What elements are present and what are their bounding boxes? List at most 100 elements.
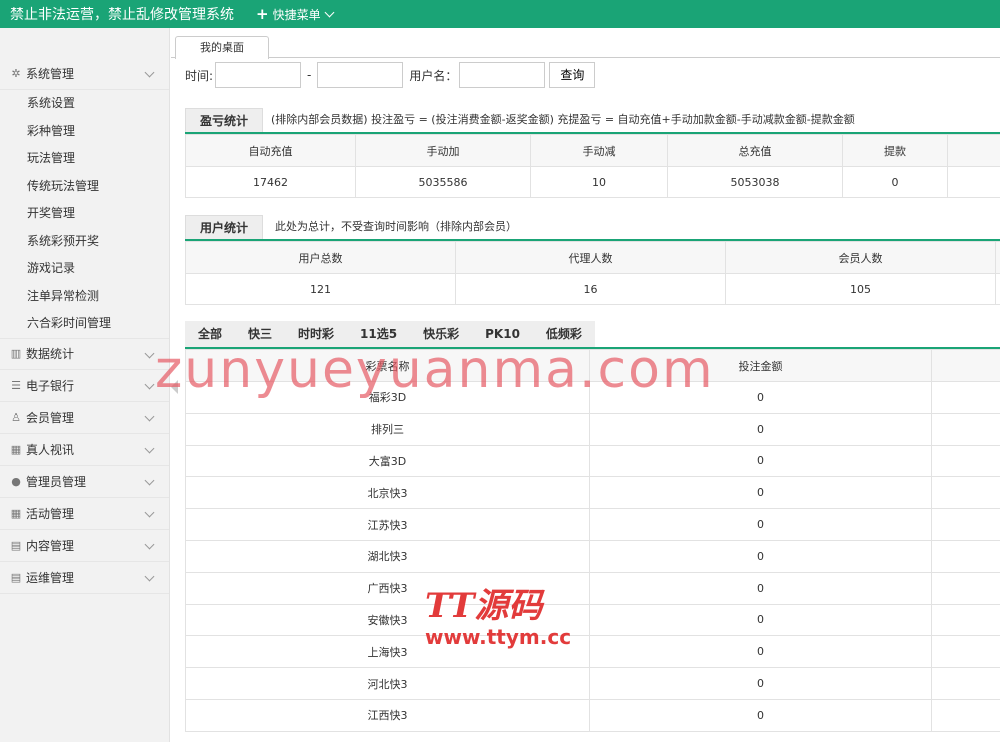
sidebar-item-draw-management[interactable]: 开奖管理 [0, 200, 169, 228]
sidebar-group-content[interactable]: ▤ 内容管理 [0, 530, 169, 562]
gear-icon: ✲ [11, 67, 21, 80]
tab-low-frequency[interactable]: 低频彩 [532, 321, 595, 347]
tab-shishicai[interactable]: 时时彩 [285, 321, 348, 347]
column-header: 彩票名称 [185, 349, 590, 382]
lottery-table: 彩票名称 投注金额 福彩3D 0 排列三 0 大富3D 0 北京快3 0 江苏快3 0 湖北快3 0 广… [185, 349, 1000, 732]
query-button[interactable]: 查询 [549, 62, 596, 88]
table-row: 江苏快3 0 [185, 508, 1000, 541]
column-header: 代理人数 [455, 241, 726, 274]
table-row: 121 16 105 [185, 273, 1000, 305]
lottery-name-cell: 江西快3 [185, 698, 590, 732]
lottery-name-cell: 福彩3D [185, 381, 590, 414]
sidebar-item-bet-anomaly[interactable]: 注单异常检测 [0, 283, 169, 311]
column-header: 会员人数 [725, 241, 996, 274]
lottery-name-cell: 排列三 [185, 412, 590, 446]
column-header: 投注金额 [589, 349, 932, 382]
sidebar-item-mark-six-time[interactable]: 六合彩时间管理 [0, 310, 169, 338]
tab-kuaile[interactable]: 快乐彩 [410, 321, 473, 347]
table-row: 安徽快3 0 [185, 603, 1000, 637]
column-header: 手动加 [355, 134, 531, 167]
table-row: 17462 5035586 10 5053038 0 0 [185, 166, 1000, 198]
tab-bar: 我的桌面 [171, 28, 1000, 59]
tab-my-desktop[interactable]: 我的桌面 [175, 36, 269, 59]
column-header: 消 [947, 134, 1000, 167]
doc-icon: ▤ [10, 538, 22, 552]
table-cell: 5053038 [667, 166, 843, 198]
chevron-down-icon [144, 348, 155, 358]
sidebar-group-statistics[interactable]: ▥ 数据统计 [0, 337, 169, 370]
server-icon: ▤ [10, 570, 22, 584]
chevron-down-icon [144, 539, 155, 549]
lottery-name-cell: 湖北快3 [185, 539, 590, 573]
chevron-down-icon [144, 67, 155, 78]
lottery-tabs: 全部 快三 时时彩 11选5 快乐彩 PK10 低频彩 [185, 321, 1000, 349]
tab-11x5[interactable]: 11选5 [347, 321, 411, 347]
lottery-name-cell: 安徽快3 [185, 603, 590, 637]
sidebar-group-live-video[interactable]: ▦ 真人视讯 [0, 434, 169, 466]
sidebar-group-activities[interactable]: ▦ 活动管理 [0, 498, 169, 530]
sidebar-group-members[interactable]: ♙ 会员管理 [0, 402, 169, 434]
bet-amount-cell: 0 [589, 635, 932, 669]
lottery-name-cell: 江苏快3 [185, 508, 590, 541]
sidebar-item-traditional-play[interactable]: 传统玩法管理 [0, 173, 169, 201]
end-time-input[interactable] [317, 62, 404, 88]
sidebar-item-play-rules[interactable]: 玩法管理 [0, 145, 169, 173]
quick-menu-button[interactable]: + 快捷菜单 [256, 4, 335, 23]
sidebar-item-pre-draw[interactable]: 系统彩预开奖 [0, 228, 169, 256]
user-section-header: 用户统计 此处为总计，不受查询时间影响（排除内部会员） [185, 215, 1000, 241]
lottery-name-cell: 河北快3 [185, 667, 590, 700]
grid-icon: ▦ [10, 442, 22, 456]
sidebar: ✲ 系统管理 系统设置 彩种管理 玩法管理 传统玩法管理 开奖管理 系统彩预开奖… [0, 28, 170, 742]
column-header: 手动减 [530, 134, 668, 167]
tab-kuai3[interactable]: 快三 [235, 321, 286, 347]
chevron-down-icon [144, 379, 155, 389]
tab-all[interactable]: 全部 [185, 321, 236, 347]
sidebar-group-admins[interactable]: ● 管理员管理 [0, 466, 169, 498]
table-row: 江西快3 0 [185, 698, 1000, 732]
username-label: 用户名： [409, 68, 458, 83]
start-time-input[interactable] [215, 62, 302, 88]
column-header: 自动充值 [185, 134, 356, 167]
top-bar: 禁止非法运营，禁止乱修改管理系统 + 快捷菜单 [0, 0, 1000, 28]
sidebar-group-ops[interactable]: ▤ 运维管理 [0, 562, 169, 594]
sidebar-group-system[interactable]: ✲ 系统管理 [0, 58, 169, 90]
table-cell: 10 [530, 166, 668, 198]
bet-amount-cell: 0 [589, 603, 932, 637]
sidebar-item-system-settings[interactable]: 系统设置 [0, 90, 169, 118]
bet-amount-cell: 0 [589, 381, 932, 414]
sidebar-item-lottery-types[interactable]: 彩种管理 [0, 118, 169, 146]
chevron-down-icon [324, 7, 335, 17]
sidebar-item-game-records[interactable]: 游戏记录 [0, 255, 169, 283]
profit-section-label: 盈亏统计 [185, 108, 264, 132]
username-input[interactable] [459, 62, 546, 88]
plus-icon: + [256, 4, 269, 23]
profit-table: 自动充值 手动加 手动减 总充值 提款 消 17462 5035586 10 5… [185, 134, 1000, 198]
grid-icon: ▦ [10, 506, 22, 520]
table-row: 河北快3 0 [185, 667, 1000, 700]
bet-amount-cell: 0 [589, 476, 932, 510]
table-cell: 5035586 [355, 166, 531, 198]
sidebar-group-label: 内容管理 [26, 538, 75, 553]
user-section-note: 此处为总计，不受查询时间影响（排除内部会员） [275, 220, 518, 233]
sidebar-group-label: 会员管理 [26, 410, 75, 425]
chevron-down-icon [144, 411, 155, 421]
bet-amount-cell: 0 [589, 508, 932, 541]
table-row: 湖北快3 0 [185, 539, 1000, 573]
tab-pk10[interactable]: PK10 [472, 321, 533, 347]
profit-section-note: (排除内部会员数据) 投注盈亏 = (投注消费金额-返奖金额) 充提盈亏 = 自… [271, 113, 855, 126]
user-table: 用户总数 代理人数 会员人数 121 16 105 [185, 241, 1000, 305]
sidebar-group-ebank[interactable]: ☰ 电子银行 [0, 370, 169, 402]
table-row: 福彩3D 0 [185, 381, 1000, 414]
table-cell: 17462 [185, 166, 356, 198]
lottery-name-cell: 北京快3 [185, 476, 590, 510]
sidebar-group-label: 真人视讯 [26, 442, 75, 457]
chevron-down-icon [144, 507, 155, 517]
table-row: 北京快3 0 [185, 476, 1000, 510]
lottery-name-cell: 上海快3 [185, 635, 590, 669]
filter-bar: 时间: - 用户名： 查询 [171, 58, 1000, 92]
column-header: 总充值 [667, 134, 843, 167]
main-content: 我的桌面 时间: - 用户名： 查询 盈亏统计 (排除内部会员数据) 投注盈亏 … [171, 28, 1000, 742]
table-row: 大富3D 0 [185, 444, 1000, 478]
user-section-label: 用户统计 [185, 215, 264, 239]
table-cell: 16 [455, 273, 726, 305]
